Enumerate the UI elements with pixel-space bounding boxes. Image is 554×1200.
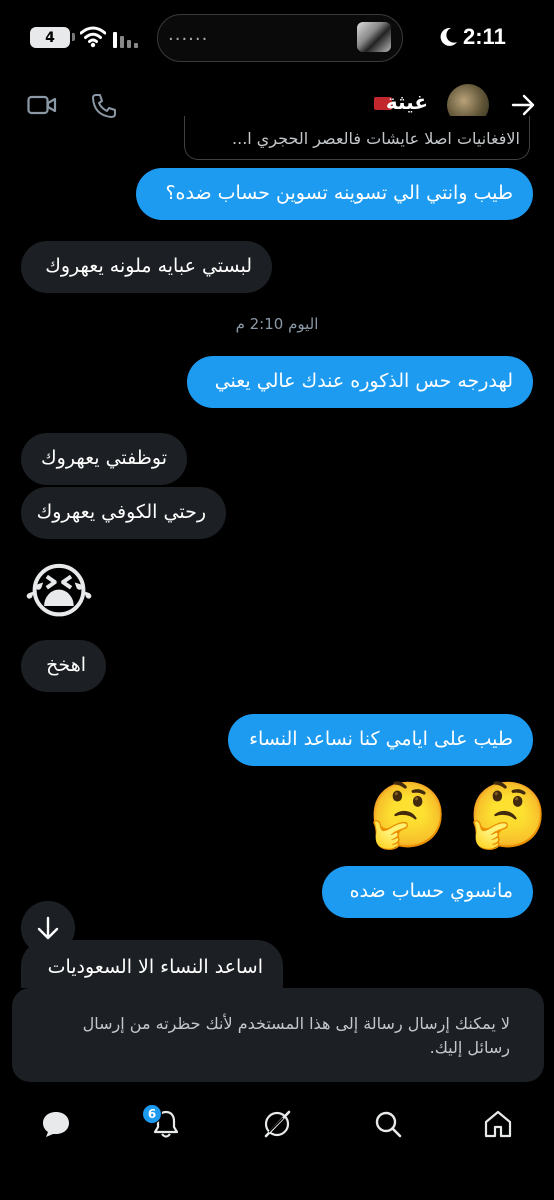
search-icon[interactable] bbox=[372, 1108, 404, 1140]
notifications-badge: 6 bbox=[142, 1104, 162, 1124]
quoted-message-text: الافغانيات اصلا عايشات فالعصر الحجري ا..… bbox=[232, 129, 520, 148]
message-received[interactable]: توظفتي يعهروك bbox=[21, 433, 187, 485]
message-received[interactable]: اهخخ bbox=[21, 640, 106, 692]
message-timestamp: اليوم 2:10 م bbox=[235, 315, 319, 333]
signal-icon bbox=[113, 32, 138, 48]
message-received[interactable]: لبستي عبايه ملونه يعهروك bbox=[21, 241, 272, 293]
message-sent[interactable]: طيب على ايامي كنا نساعد النساء bbox=[228, 714, 533, 766]
battery-indicator: 4 bbox=[30, 27, 70, 48]
message-received-emoji[interactable]: 😭 bbox=[24, 557, 94, 627]
moon-icon bbox=[440, 27, 457, 46]
message-sent[interactable]: لهدرجه حس الذكوره عندك عالي يعني bbox=[187, 356, 533, 408]
back-arrow-icon[interactable] bbox=[511, 94, 535, 116]
clock: 2:11 bbox=[463, 24, 506, 49]
island-thumbnail bbox=[357, 22, 391, 52]
battery-tip bbox=[72, 33, 75, 41]
contact-name[interactable]: غيثة bbox=[386, 90, 428, 114]
phone-call-icon[interactable] bbox=[91, 93, 117, 119]
message-sent[interactable]: طيب وانتي الي تسوينه تسوين حساب ضده؟ bbox=[136, 168, 533, 220]
battery-level: 4 bbox=[45, 29, 55, 46]
message-received[interactable]: رحتي الكوفي يعهروك bbox=[21, 487, 226, 539]
message-sent-emoji[interactable]: 🤔 🤔 bbox=[368, 777, 548, 855]
wifi-icon bbox=[80, 26, 106, 48]
arrow-down-icon bbox=[37, 916, 59, 940]
message-sent[interactable]: مانسوي حساب ضده bbox=[322, 866, 533, 918]
video-call-icon[interactable] bbox=[27, 94, 57, 116]
grok-icon[interactable] bbox=[261, 1108, 293, 1140]
island-text: ...... bbox=[168, 24, 209, 45]
blocked-notice-text: لا يمكنك إرسال رسالة إلى هذا المستخدم لأ… bbox=[82, 1014, 510, 1057]
home-icon[interactable] bbox=[482, 1108, 514, 1140]
scroll-to-bottom-button[interactable] bbox=[21, 901, 75, 955]
messages-icon[interactable] bbox=[40, 1108, 72, 1140]
